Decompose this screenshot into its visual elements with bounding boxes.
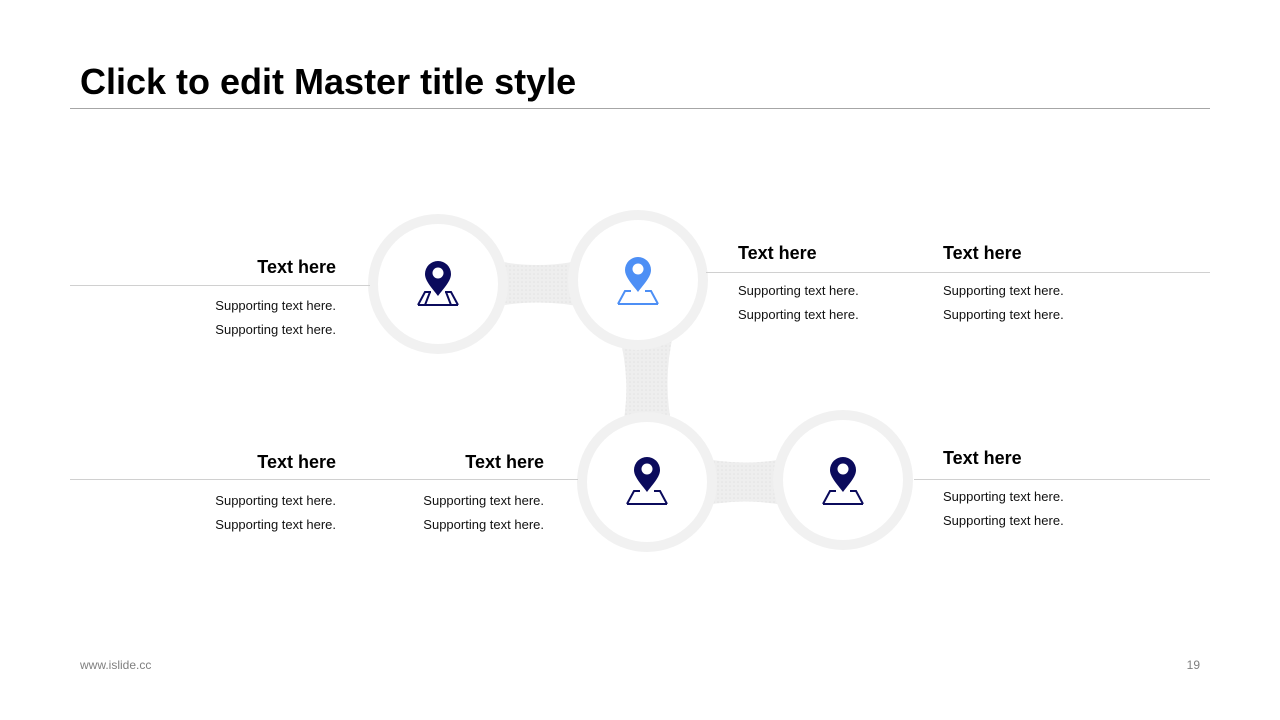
block-line[interactable]: Supporting text here. [136,489,336,513]
block-line[interactable]: Supporting text here. [136,318,336,342]
block-line[interactable]: Supporting text here. [943,485,1143,509]
block-heading[interactable]: Text here [136,256,336,278]
block-line[interactable]: Supporting text here. [344,489,544,513]
block-line[interactable]: Supporting text here. [943,279,1143,303]
text-block-4: Text here Supporting text here. Supporti… [136,451,336,537]
text-block-6: Text here Supporting text here. Supporti… [943,447,1143,533]
block-line[interactable]: Supporting text here. [136,513,336,537]
text-block-5: Text here Supporting text here. Supporti… [344,451,544,537]
node-diagram [368,210,913,552]
block-heading[interactable]: Text here [943,447,1143,469]
block-heading[interactable]: Text here [738,242,938,264]
block-line[interactable]: Supporting text here. [136,294,336,318]
block-heading[interactable]: Text here [344,451,544,473]
page-number: 19 [1186,658,1200,672]
text-block-1: Text here Supporting text here. Supporti… [136,256,336,342]
text-block-2: Text here Supporting text here. Supporti… [738,242,938,327]
block-line[interactable]: Supporting text here. [943,509,1143,533]
block-line[interactable]: Supporting text here. [344,513,544,537]
block-heading[interactable]: Text here [136,451,336,473]
block-heading[interactable]: Text here [943,242,1143,264]
slide: Click to edit Master title style Text he… [0,0,1280,720]
block-line[interactable]: Supporting text here. [738,303,938,327]
footer-website: www.islide.cc [80,658,152,672]
text-block-3: Text here Supporting text here. Supporti… [943,242,1143,327]
block-line[interactable]: Supporting text here. [738,279,938,303]
block-line[interactable]: Supporting text here. [943,303,1143,327]
